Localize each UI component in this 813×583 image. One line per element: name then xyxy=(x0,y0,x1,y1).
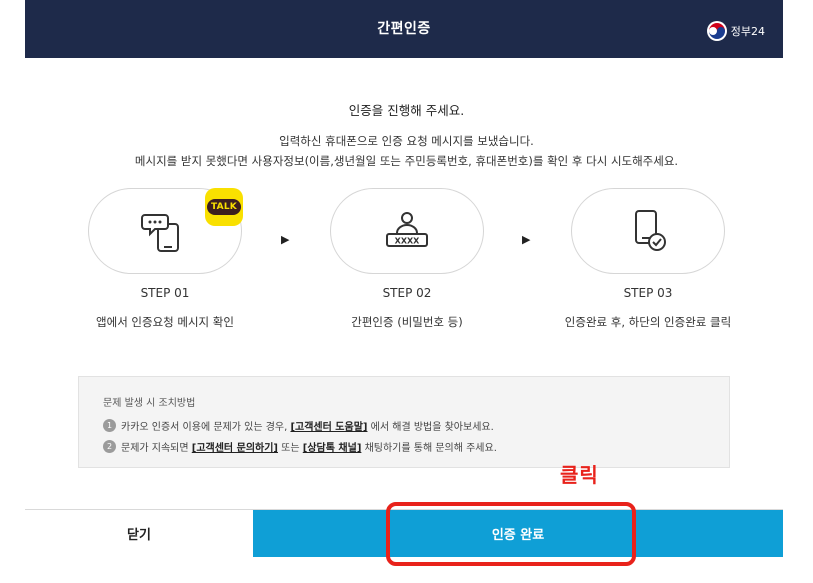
step-03-description: 인증완료 후, 하단의 인증완료 클릭 xyxy=(564,315,732,329)
number-badge: 1 xyxy=(103,419,116,432)
bottom-button-bar: 닫기 인증 완료 xyxy=(25,509,783,557)
step-03-label: STEP 03 xyxy=(623,286,673,300)
troubleshooting-box: 문제 발생 시 조치방법 1 카카오 인증서 이용에 문제가 있는 경우, [고… xyxy=(78,376,730,468)
help-text: 또는 xyxy=(278,443,303,454)
help-text: 문제가 지속되면 xyxy=(121,443,192,454)
step-02-label: STEP 02 xyxy=(382,286,432,300)
step-01-label: STEP 01 xyxy=(140,286,190,300)
troubleshooting-title: 문제 발생 시 조치방법 xyxy=(103,398,196,409)
talk-badge-text: TALK xyxy=(207,199,241,215)
help-text: 에서 해결 방법을 찾아보세요. xyxy=(367,422,494,433)
user-password-icon: XXXX xyxy=(386,212,428,247)
help-center-guide-link[interactable]: [고객센터 도움말] xyxy=(290,422,367,433)
chat-channel-link[interactable]: [상담톡 채널] xyxy=(303,443,362,454)
help-text: 카카오 인증서 이용에 문제가 있는 경우, xyxy=(121,422,291,433)
intro-message-line1: 입력하신 휴대폰으로 인증 요청 메시지를 보냈습니다. xyxy=(279,134,534,148)
intro-message-line2: 메시지를 받지 못했다면 사용자정보(이름,생년월일 또는 주민등록번호, 휴대… xyxy=(134,154,679,168)
troubleshooting-item-1: 1 카카오 인증서 이용에 문제가 있는 경우, [고객센터 도움말] 에서 해… xyxy=(103,418,494,433)
kakaotalk-icon: TALK xyxy=(205,188,243,226)
password-mask-text: XXXX xyxy=(395,237,421,246)
gov24-logo: 정부24 xyxy=(706,20,765,42)
step-arrow-1: ▶ xyxy=(281,233,290,246)
step-01-description: 앱에서 인증요청 메시지 확인 xyxy=(96,315,234,329)
step-02-graphic: XXXX xyxy=(330,188,484,274)
help-center-inquiry-link[interactable]: [고객센터 문의하기] xyxy=(192,443,278,454)
help-text: 채팅하기를 통해 문의해 주세요. xyxy=(361,443,497,454)
step-01-graphic: TALK xyxy=(88,188,243,274)
close-button[interactable]: 닫기 xyxy=(25,510,253,557)
step-02-description: 간편인증 (비밀번호 등) xyxy=(351,315,463,329)
intro-title: 인증을 진행해 주세요. xyxy=(348,103,465,118)
step-arrow-2: ▶ xyxy=(522,233,531,246)
phone-message-icon xyxy=(141,214,179,252)
click-annotation-label: 클릭 xyxy=(560,463,599,487)
troubleshooting-item-2: 2 문제가 지속되면 [고객센터 문의하기] 또는 [상담톡 채널] 채팅하기를… xyxy=(103,439,497,454)
taegeuk-logo-icon xyxy=(706,21,727,41)
auth-complete-button[interactable]: 인증 완료 xyxy=(253,510,783,557)
page-title: 간편인증 xyxy=(377,21,431,37)
header-bar: 간편인증 정부24 xyxy=(25,0,783,58)
phone-check-icon xyxy=(635,210,666,251)
number-badge: 2 xyxy=(103,440,116,453)
step-03-graphic xyxy=(571,188,725,274)
gov24-logo-text: 정부24 xyxy=(730,25,765,38)
